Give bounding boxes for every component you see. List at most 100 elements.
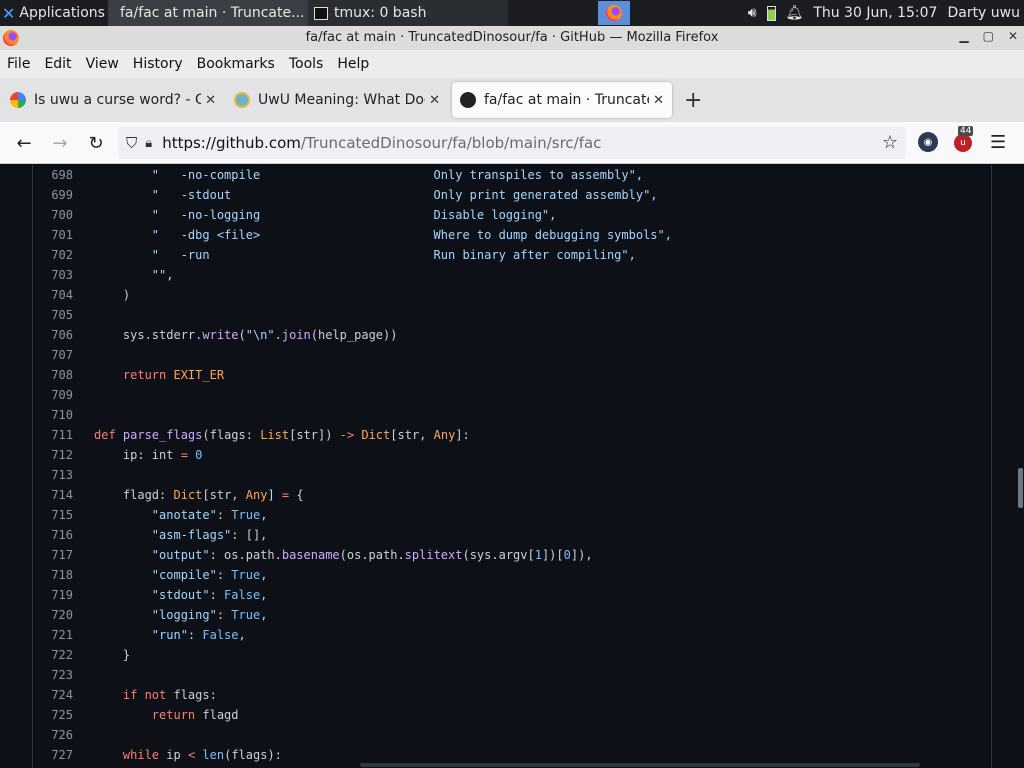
line-code: sys.stderr.write("\n".join(help_page)): [94, 328, 398, 342]
page-content: 698 " -no-compile Only transpiles to ass…: [0, 165, 1024, 768]
horizontal-scrollbar[interactable]: [360, 763, 920, 767]
line-number[interactable]: 724: [33, 685, 73, 705]
taskbar-firefox-title: fa/fac at main · Truncate...: [120, 5, 305, 21]
menu-view[interactable]: View: [86, 56, 119, 72]
code-line: 712 ip: int = 0: [33, 445, 991, 465]
reload-button[interactable]: ↻: [82, 130, 110, 156]
back-button[interactable]: ←: [10, 130, 38, 156]
tab-close-icon[interactable]: ✕: [429, 93, 440, 108]
menu-help[interactable]: Help: [337, 56, 369, 72]
line-number[interactable]: 723: [33, 665, 73, 685]
url-bar[interactable]: ⛉ 🔒︎ https://github.com/TruncatedDinosou…: [118, 127, 906, 159]
line-number[interactable]: 719: [33, 585, 73, 605]
applications-label: Applications: [19, 5, 105, 21]
line-number[interactable]: 720: [33, 605, 73, 625]
code-line: 724 if not flags:: [33, 685, 991, 705]
vertical-scrollbar[interactable]: [1018, 468, 1023, 508]
clock[interactable]: Thu 30 Jun, 15:07: [813, 5, 937, 21]
line-number[interactable]: 702: [33, 245, 73, 265]
code-line: 710: [33, 405, 991, 425]
line-code: "compile": True,: [94, 568, 268, 582]
line-number[interactable]: 713: [33, 465, 73, 485]
code-line: 716 "asm-flags": [],: [33, 525, 991, 545]
battery-icon[interactable]: [766, 5, 776, 21]
line-number[interactable]: 722: [33, 645, 73, 665]
tab-uwu-meaning[interactable]: UwU Meaning: What Does ✕: [226, 82, 448, 118]
tab-close-icon[interactable]: ✕: [653, 93, 664, 108]
extension-badge: 44: [958, 126, 974, 136]
line-code: " -dbg <file> Where to dump debugging sy…: [94, 228, 672, 242]
line-number[interactable]: 709: [33, 385, 73, 405]
line-number[interactable]: 707: [33, 345, 73, 365]
desktop-panel: ✕ Applications fa/fac at main · Truncate…: [0, 0, 1024, 26]
line-number[interactable]: 726: [33, 725, 73, 745]
line-number[interactable]: 712: [33, 445, 73, 465]
taskbar-terminal-title: tmux: 0 bash: [334, 5, 427, 21]
line-number[interactable]: 700: [33, 205, 73, 225]
tracking-shield-icon[interactable]: ⛉: [126, 134, 137, 152]
lock-icon[interactable]: 🔒︎: [145, 136, 152, 151]
line-number[interactable]: 698: [33, 165, 73, 185]
extension-icon[interactable]: ◉: [918, 132, 938, 152]
code-line: 708 return EXIT_ER: [33, 365, 991, 385]
line-code: flagd: Dict[str, Any] = {: [94, 488, 304, 502]
maximize-button[interactable]: ▢: [983, 29, 994, 43]
minimize-button[interactable]: ▁: [959, 29, 968, 43]
user-menu[interactable]: Darty uwu: [947, 5, 1020, 21]
code-line: 703 "",: [33, 265, 991, 285]
tab-uwu-curse[interactable]: Is uwu a curse word? - Go ✕: [2, 82, 224, 118]
line-number[interactable]: 701: [33, 225, 73, 245]
menu-edit[interactable]: Edit: [44, 56, 71, 72]
line-number[interactable]: 711: [33, 425, 73, 445]
line-number[interactable]: 716: [33, 525, 73, 545]
menu-bookmarks[interactable]: Bookmarks: [197, 56, 275, 72]
line-code: "asm-flags": [],: [94, 528, 268, 542]
taskbar-firefox-window[interactable]: fa/fac at main · Truncate...: [108, 0, 308, 26]
tab-github-fac[interactable]: fa/fac at main · Truncated ✕: [452, 82, 672, 118]
close-button[interactable]: ✕: [1008, 29, 1018, 43]
bookmark-star-icon[interactable]: ☆: [882, 132, 898, 153]
window-titlebar: fa/fac at main · TruncatedDinosour/fa · …: [0, 26, 1024, 50]
line-code: }: [94, 648, 131, 662]
code-line: 709: [33, 385, 991, 405]
line-number[interactable]: 718: [33, 565, 73, 585]
line-number[interactable]: 699: [33, 185, 73, 205]
line-number[interactable]: 714: [33, 485, 73, 505]
code-viewer: 698 " -no-compile Only transpiles to ass…: [32, 165, 992, 768]
url-text[interactable]: https://github.com/TruncatedDinosour/fa/…: [162, 134, 601, 152]
line-code: def parse_flags(flags: List[str]) -> Dic…: [94, 428, 470, 442]
new-tab-button[interactable]: +: [684, 88, 702, 113]
menu-file[interactable]: File: [7, 56, 30, 72]
hamburger-menu-icon[interactable]: ☰: [990, 132, 1006, 153]
notification-bell-icon[interactable]: 🔔︎: [786, 5, 804, 21]
line-number[interactable]: 717: [33, 545, 73, 565]
menu-tools[interactable]: Tools: [289, 56, 324, 72]
line-number[interactable]: 708: [33, 365, 73, 385]
line-number[interactable]: 706: [33, 325, 73, 345]
line-code: while ip < len(flags):: [94, 748, 282, 762]
tab-title: Is uwu a curse word? - Go: [34, 92, 202, 108]
code-line: 698 " -no-compile Only transpiles to ass…: [33, 165, 991, 185]
taskbar-terminal-window[interactable]: tmux: 0 bash: [308, 0, 508, 26]
menu-history[interactable]: History: [133, 56, 183, 72]
line-number[interactable]: 727: [33, 745, 73, 765]
tab-close-icon[interactable]: ✕: [205, 93, 216, 108]
line-number[interactable]: 704: [33, 285, 73, 305]
volume-icon[interactable]: 🔊︎: [748, 5, 757, 21]
firefox-launcher-button[interactable]: [598, 1, 630, 25]
line-code: " -no-logging Disable logging",: [94, 208, 557, 222]
forward-button[interactable]: →: [46, 130, 74, 156]
code-line: 725 return flagd: [33, 705, 991, 725]
applications-menu-button[interactable]: ✕ Applications: [2, 0, 105, 26]
line-number[interactable]: 710: [33, 405, 73, 425]
ublock-extension-icon[interactable]: 44 u: [954, 126, 974, 152]
line-number[interactable]: 715: [33, 505, 73, 525]
code-line: 719 "stdout": False,: [33, 585, 991, 605]
line-number[interactable]: 721: [33, 625, 73, 645]
tab-title: UwU Meaning: What Does: [258, 92, 426, 108]
google-favicon-icon: [10, 92, 26, 108]
line-number[interactable]: 705: [33, 305, 73, 325]
code-line: 699 " -stdout Only print generated assem…: [33, 185, 991, 205]
line-number[interactable]: 703: [33, 265, 73, 285]
line-number[interactable]: 725: [33, 705, 73, 725]
